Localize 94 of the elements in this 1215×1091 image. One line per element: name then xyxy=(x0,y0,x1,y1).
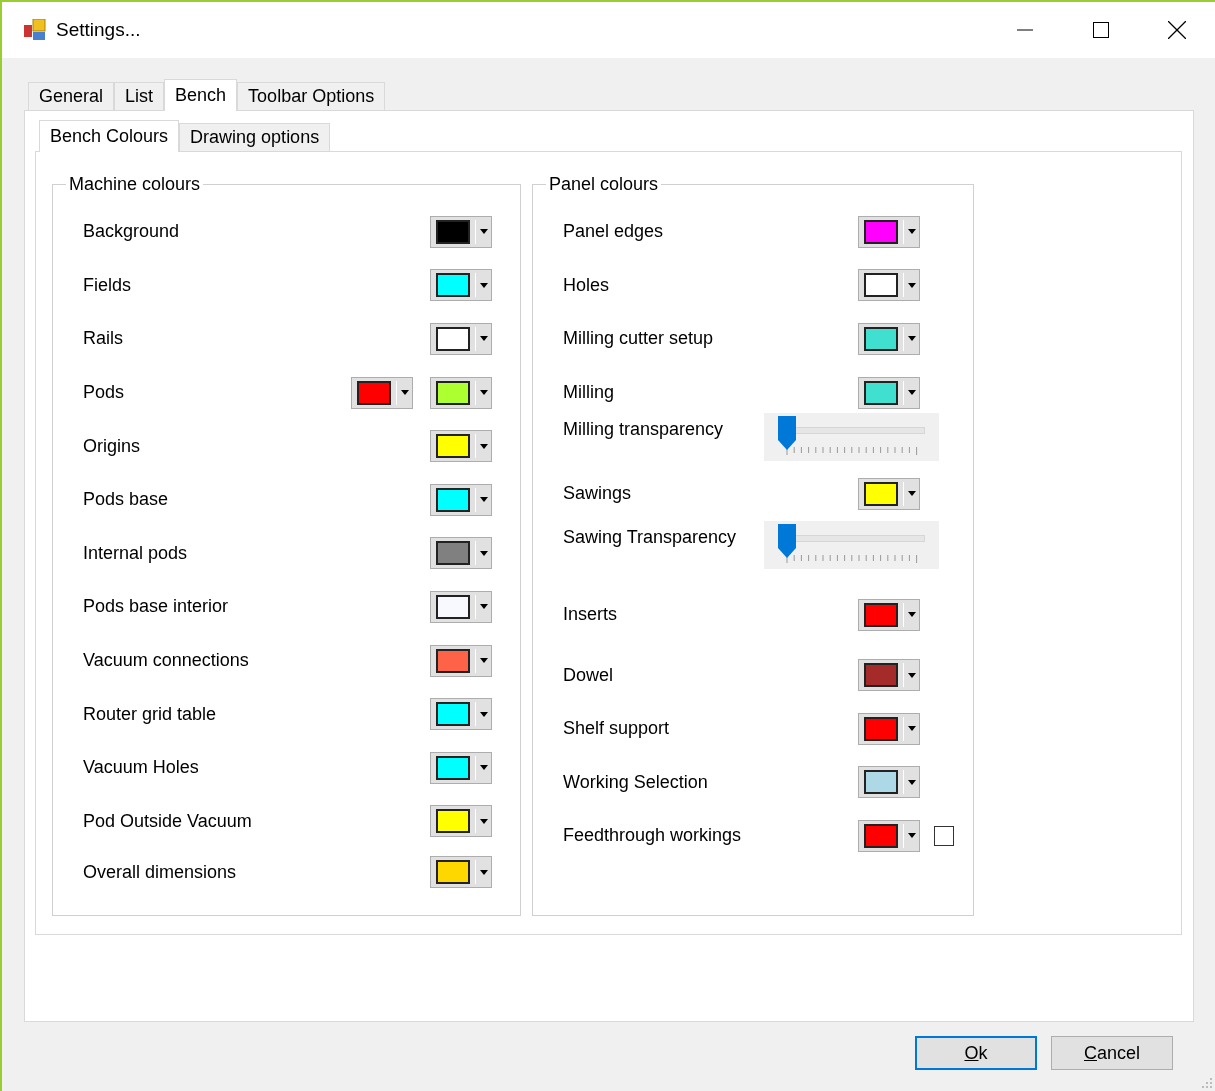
tab[interactable]: Drawing options xyxy=(179,123,331,151)
app-icon xyxy=(24,19,46,41)
tab[interactable]: Bench xyxy=(164,79,238,111)
row-label: Router grid table xyxy=(83,703,218,725)
row-label: Pods xyxy=(83,382,126,404)
caret-icon xyxy=(908,672,916,678)
color-picker[interactable] xyxy=(430,269,492,302)
tab[interactable]: Toolbar Options xyxy=(237,82,386,110)
color-picker[interactable] xyxy=(430,856,492,889)
caret-icon xyxy=(908,491,916,497)
slider-thumb[interactable] xyxy=(778,416,796,451)
row-label: Pods base xyxy=(83,489,170,511)
slider-thumb[interactable] xyxy=(778,524,796,559)
row-label: Sawings xyxy=(563,483,633,505)
color-picker[interactable] xyxy=(430,698,492,731)
color-picker[interactable] xyxy=(858,712,920,745)
row-label: Origins xyxy=(83,435,141,457)
color-picker[interactable] xyxy=(430,751,492,784)
caret-icon xyxy=(908,612,916,618)
color-picker[interactable] xyxy=(858,819,920,852)
group-title: Machine colours xyxy=(68,174,202,195)
close-icon xyxy=(1168,21,1186,39)
caret-icon xyxy=(480,658,488,664)
cancel-button[interactable]: Cancel xyxy=(1051,1036,1173,1070)
color-picker[interactable] xyxy=(430,215,492,248)
row-label: Background xyxy=(83,221,181,243)
caret-icon xyxy=(908,390,916,396)
color-picker[interactable] xyxy=(858,598,920,631)
group-title: Panel colours xyxy=(548,174,660,195)
caret-icon xyxy=(480,229,488,235)
caret-icon xyxy=(480,711,488,717)
color-picker[interactable] xyxy=(430,590,492,623)
row-label: Internal pods xyxy=(83,542,189,564)
row-label: Vacuum connections xyxy=(83,650,250,672)
row-label: Sawing Transparency xyxy=(563,527,738,549)
row-label: Working Selection xyxy=(563,771,709,793)
caret-icon xyxy=(401,390,409,396)
row-label: Fields xyxy=(83,274,132,296)
tab[interactable]: List xyxy=(114,82,165,110)
caret-icon xyxy=(480,818,488,824)
color-picker[interactable] xyxy=(430,376,492,409)
caret-icon xyxy=(908,229,916,235)
caret-icon xyxy=(480,550,488,556)
row-label: Holes xyxy=(563,274,611,296)
slider[interactable] xyxy=(764,413,939,462)
color-picker[interactable] xyxy=(858,215,920,248)
row-label: Inserts xyxy=(563,604,619,626)
row-label: Dowel xyxy=(563,664,615,686)
row-label: Rails xyxy=(83,328,124,350)
caret-icon xyxy=(908,282,916,288)
color-picker[interactable] xyxy=(858,659,920,692)
row-label: Milling xyxy=(563,382,615,404)
row-label: Milling transparency xyxy=(563,419,725,441)
caret-icon xyxy=(480,390,488,396)
caret-icon xyxy=(480,497,488,503)
color-picker[interactable] xyxy=(430,537,492,570)
tab[interactable]: Bench Colours xyxy=(39,120,180,152)
caret-icon xyxy=(480,604,488,610)
caret-icon xyxy=(908,336,916,342)
color-picker[interactable] xyxy=(351,376,413,409)
color-picker[interactable] xyxy=(858,376,920,409)
color-picker[interactable] xyxy=(858,323,920,355)
color-picker[interactable] xyxy=(858,269,920,302)
resize-grip-icon xyxy=(1201,1077,1213,1089)
color-picker[interactable] xyxy=(430,483,492,516)
color-picker[interactable] xyxy=(430,644,492,677)
caret-icon xyxy=(480,336,488,342)
row-label: Pods base interior xyxy=(83,596,230,618)
slider[interactable] xyxy=(764,521,939,570)
window-title: Settings... xyxy=(56,19,142,41)
ok-button[interactable]: Ok xyxy=(915,1036,1037,1070)
row-label: Pod Outside Vacuum xyxy=(83,810,253,832)
caret-icon xyxy=(480,765,488,771)
row-label: Overall dimensions xyxy=(83,861,238,883)
caret-icon xyxy=(480,869,488,875)
row-label: Panel edges xyxy=(563,221,665,243)
caret-icon xyxy=(908,779,916,785)
checkbox[interactable] xyxy=(934,825,954,846)
caret-icon xyxy=(908,726,916,732)
row-label: Shelf support xyxy=(563,718,671,740)
caret-icon xyxy=(908,833,916,839)
caret-icon xyxy=(480,282,488,288)
color-picker[interactable] xyxy=(430,323,492,355)
caret-icon xyxy=(480,443,488,449)
row-label: Vacuum Holes xyxy=(83,757,200,779)
color-picker[interactable] xyxy=(430,430,492,463)
row-label: Milling cutter setup xyxy=(563,328,715,350)
maximize-icon xyxy=(1093,22,1109,38)
row-label: Feedthrough workings xyxy=(563,825,743,847)
color-picker[interactable] xyxy=(858,766,920,799)
minimize-icon xyxy=(1017,29,1033,31)
color-picker[interactable] xyxy=(858,477,920,510)
color-picker[interactable] xyxy=(430,805,492,838)
tab[interactable]: General xyxy=(28,82,115,110)
